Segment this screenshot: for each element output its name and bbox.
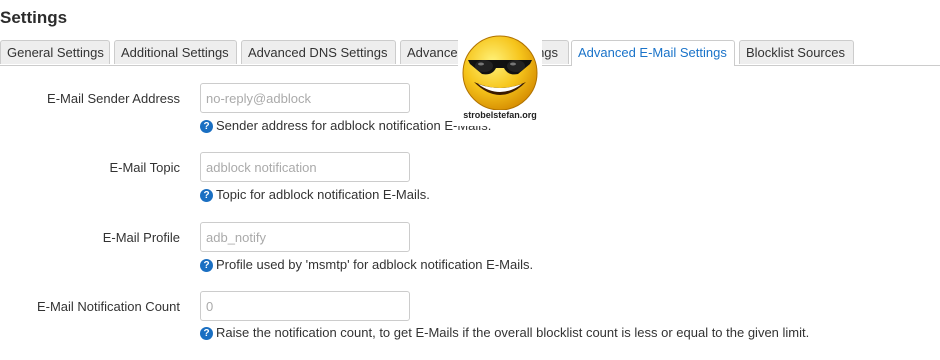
sender-address-label: E-Mail Sender Address bbox=[47, 91, 180, 106]
help-icon: ? bbox=[200, 327, 213, 340]
sender-address-help: ? Sender address for adblock notification… bbox=[200, 118, 491, 133]
profile-label: E-Mail Profile bbox=[102, 230, 180, 245]
topic-label: E-Mail Topic bbox=[109, 160, 180, 175]
notification-count-help: ? Raise the notification count, to get E-… bbox=[200, 325, 809, 340]
tab-blocklist-sources[interactable]: Blocklist Sources bbox=[739, 40, 854, 64]
tab-additional-settings[interactable]: Additional Settings bbox=[114, 40, 237, 64]
notification-count-help-text: Raise the notification count, to get E-M… bbox=[216, 325, 810, 340]
tab-advanced-email-settings[interactable]: Advanced E-Mail Settings bbox=[571, 40, 735, 66]
tab-general-settings[interactable]: General Settings bbox=[0, 40, 110, 64]
watermark: strobelstefan.org bbox=[458, 30, 542, 126]
settings-page: Settings General Settings Additional Set… bbox=[0, 0, 940, 360]
sender-address-input[interactable] bbox=[200, 83, 410, 113]
help-icon: ? bbox=[200, 189, 213, 202]
topic-input[interactable] bbox=[200, 152, 410, 182]
page-title: Settings bbox=[0, 8, 68, 27]
notification-count-label: E-Mail Notification Count bbox=[36, 299, 180, 314]
topic-help-text: Topic for adblock notification E-Mails. bbox=[216, 187, 430, 202]
profile-help: ? Profile used by 'msmtp' for adblock not… bbox=[200, 257, 533, 272]
tab-advanced-dns-settings[interactable]: Advanced DNS Settings bbox=[241, 40, 396, 64]
help-icon: ? bbox=[200, 259, 213, 272]
topic-help: ? Topic for adblock notification E-Mails. bbox=[200, 187, 430, 202]
profile-input[interactable] bbox=[200, 222, 410, 252]
sender-address-help-text: Sender address for adblock notification … bbox=[216, 118, 492, 133]
watermark-text: strobelstefan.org bbox=[463, 110, 537, 120]
help-icon: ? bbox=[200, 120, 213, 133]
notification-count-input[interactable] bbox=[200, 291, 410, 321]
sunglasses-smiley-icon bbox=[462, 35, 538, 110]
profile-help-text: Profile used by 'msmtp' for adblock noti… bbox=[216, 257, 534, 272]
